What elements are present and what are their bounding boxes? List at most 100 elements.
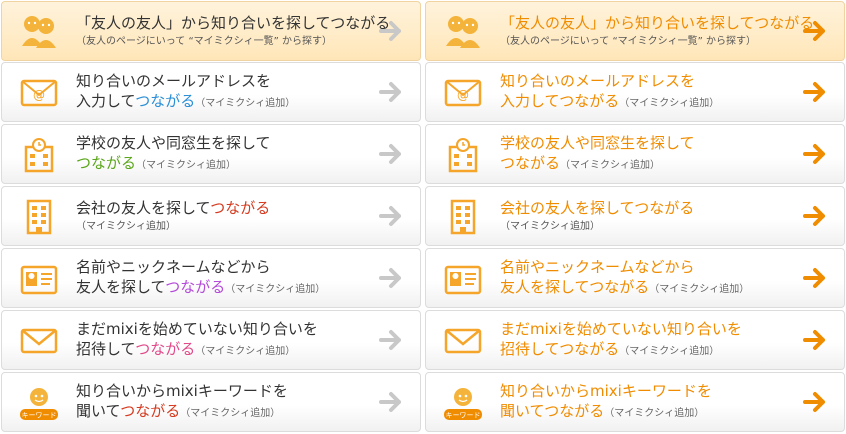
card-title-line2: 入力してつながる（マイミクシィ追加）	[76, 91, 360, 114]
line2-text: 聞いて	[76, 401, 121, 420]
connect-highlight: つながる	[76, 153, 137, 172]
line2-text: 友人を探してつながる	[500, 277, 650, 296]
arrow-right-icon	[379, 144, 401, 164]
invite-card-hover[interactable]: まだmixiを始めていない知り合いを 招待してつながる（マイミクシィ追加）	[425, 310, 845, 370]
email-search-card-hover[interactable]: @ 知り合いのメールアドレスを 入力してつながる（マイミクシィ追加）	[425, 62, 845, 122]
card-text: 知り合いのメールアドレスを 入力してつながる（マイミクシィ追加）	[500, 63, 784, 121]
card-note: （マイミクシィ追加）	[560, 159, 661, 171]
line2-text: 招待して	[76, 339, 136, 358]
card-text: 知り合いからmixiキーワードを 聞いてつながる（マイミクシィ追加）	[500, 373, 784, 431]
card-note: （マイミクシィ追加）	[225, 283, 326, 295]
card-title-line1: 学校の友人や同窓生を探して	[76, 133, 271, 152]
svg-text:@: @	[457, 88, 469, 102]
card-title-line1: 知り合いからmixiキーワードを	[500, 381, 712, 400]
card-note: （マイミクシィ追加）	[619, 97, 720, 109]
company-icon	[450, 199, 476, 235]
card-text: 学校の友人や同窓生を探して つながる（マイミクシィ追加）	[76, 125, 360, 183]
line2-text: 入力して	[76, 91, 136, 110]
card-text: 名前やニックネームなどから 友人を探してつながる（マイミクシィ追加）	[500, 249, 784, 307]
connect-highlight: つながる	[135, 91, 196, 110]
invite-card[interactable]: まだmixiを始めていない知り合いを 招待してつながる（マイミクシィ追加）	[1, 310, 421, 370]
name-search-card-hover[interactable]: 名前やニックネームなどから 友人を探してつながる（マイミクシィ追加）	[425, 248, 845, 308]
name-search-card[interactable]: 名前やニックネームなどから 友人を探してつながる（マイミクシィ追加）	[1, 248, 421, 308]
company-search-card-hover[interactable]: 会社の友人を探してつながる （マイミクシィ追加）	[425, 186, 845, 246]
school-search-card[interactable]: 学校の友人や同窓生を探して つながる（マイミクシィ追加）	[1, 124, 421, 184]
arrow-right-icon	[379, 82, 401, 102]
card-title-line2: 友人を探してつながる（マイミクシィ追加）	[500, 277, 784, 300]
arrow-right-icon	[803, 21, 825, 41]
card-title-line2: 聞いてつながる（マイミクシィ追加）	[500, 401, 784, 424]
arrow-right-icon	[379, 21, 401, 41]
card-title-line2: 入力してつながる（マイミクシィ追加）	[500, 91, 784, 114]
card-note: （マイミクシィ追加）	[619, 345, 720, 357]
card-subtitle: （友人のページにいって “マイミクシィ一覧” から探す）	[76, 36, 333, 47]
card-title-line2: 招待してつながる（マイミクシィ追加）	[500, 339, 784, 362]
connect-highlight: つながる	[165, 277, 226, 296]
arrow-right-icon	[379, 206, 401, 226]
card-title-line2: 招待してつながる（マイミクシィ追加）	[76, 339, 360, 362]
card-title-line1: まだmixiを始めていない知り合いを	[500, 319, 742, 338]
card-title-line1: 名前やニックネームなどから	[500, 257, 695, 276]
card-title: 会社の友人を探してつながる	[500, 199, 695, 217]
svg-text:@: @	[33, 88, 45, 102]
card-title-line1: 知り合いのメールアドレスを	[500, 71, 696, 90]
card-title-line2: 友人を探してつながる（マイミクシィ追加）	[76, 277, 360, 300]
company-search-card[interactable]: 会社の友人を探してつながる （マイミクシィ追加）	[1, 186, 421, 246]
keyword-icon: キーワード	[20, 388, 58, 420]
card-text: 「友人の友人」から知り合いを探してつながる （友人のページにいって “マイミクシ…	[500, 2, 815, 60]
card-title-line1: 名前やニックネームなどから	[76, 257, 271, 276]
line2-text: 入力してつながる	[500, 91, 620, 110]
card-title-line2: 聞いてつながる（マイミクシィ追加）	[76, 401, 360, 424]
keyword-icon-label: キーワード	[22, 412, 57, 420]
envelope-icon	[20, 328, 58, 354]
card-text: 学校の友人や同窓生を探して つながる（マイミクシィ追加）	[500, 125, 784, 183]
card-text: 会社の友人を探してつながる （マイミクシィ追加）	[76, 187, 360, 245]
connect-highlight: つながる	[135, 339, 196, 358]
line2-text: つながる	[500, 153, 561, 172]
school-icon	[24, 138, 54, 173]
card-title: 「友人の友人」から知り合いを探してつながる	[76, 14, 391, 32]
profile-card-icon	[20, 265, 58, 295]
card-title-line1: 知り合いのメールアドレスを	[76, 71, 272, 90]
card-subtitle: （友人のページにいって “マイミクシィ一覧” から探す）	[500, 36, 757, 47]
envelope-icon	[444, 328, 482, 354]
arrow-right-icon	[803, 392, 825, 412]
left-column: 「友人の友人」から知り合いを探してつながる （友人のページにいって “マイミクシ…	[0, 0, 422, 434]
find-friends-of-friends-card[interactable]: 「友人の友人」から知り合いを探してつながる （友人のページにいって “マイミクシ…	[1, 1, 421, 61]
school-search-card-hover[interactable]: 学校の友人や同窓生を探して つながる（マイミクシィ追加）	[425, 124, 845, 184]
connect-highlight: つながる	[120, 401, 181, 420]
card-note: （マイミクシィ追加）	[649, 283, 750, 295]
card-note: （マイミクシィ追加）	[76, 221, 176, 232]
card-title-line2: つながる（マイミクシィ追加）	[500, 153, 784, 176]
friends-icon	[446, 16, 480, 48]
line2-text: 招待してつながる	[500, 339, 620, 358]
card-note: （マイミクシィ追加）	[604, 407, 705, 419]
right-column: 「友人の友人」から知り合いを探してつながる （友人のページにいって “マイミクシ…	[424, 0, 846, 434]
card-title-line2: つながる（マイミクシィ追加）	[76, 153, 360, 176]
keyword-card-hover[interactable]: キーワード 知り合いからmixiキーワードを 聞いてつながる（マイミクシィ追加）	[425, 372, 845, 432]
email-icon: @	[444, 79, 482, 107]
card-text: まだmixiを始めていない知り合いを 招待してつながる（マイミクシィ追加）	[76, 311, 360, 369]
arrow-right-icon	[803, 144, 825, 164]
card-note: （マイミクシィ追加）	[195, 97, 296, 109]
arrow-right-icon	[803, 206, 825, 226]
connect-highlight: つながる	[210, 199, 271, 217]
keyword-icon: キーワード	[444, 388, 482, 420]
find-friends-of-friends-card-hover[interactable]: 「友人の友人」から知り合いを探してつながる （友人のページにいって “マイミクシ…	[425, 1, 845, 61]
email-icon: @	[20, 79, 58, 107]
company-icon	[26, 199, 52, 235]
card-note: （マイミクシィ追加）	[136, 159, 237, 171]
school-icon	[448, 138, 478, 173]
card-text: 知り合いからmixiキーワードを 聞いてつながる（マイミクシィ追加）	[76, 373, 360, 431]
card-note: （マイミクシィ追加）	[500, 221, 600, 232]
arrow-right-icon	[379, 268, 401, 288]
email-search-card[interactable]: @ 知り合いのメールアドレスを 入力してつながる（マイミクシィ追加）	[1, 62, 421, 122]
card-title: 「友人の友人」から知り合いを探してつながる	[500, 14, 815, 32]
connect-options-grid: 「友人の友人」から知り合いを探してつながる （友人のページにいって “マイミクシ…	[0, 0, 846, 434]
card-title-line1: 知り合いからmixiキーワードを	[76, 381, 288, 400]
card-text: 「友人の友人」から知り合いを探してつながる （友人のページにいって “マイミクシ…	[76, 2, 391, 60]
arrow-right-icon	[803, 330, 825, 350]
keyword-card[interactable]: キーワード 知り合いからmixiキーワードを 聞いてつながる（マイミクシィ追加）	[1, 372, 421, 432]
arrow-right-icon	[803, 268, 825, 288]
keyword-icon-label: キーワード	[446, 412, 481, 420]
